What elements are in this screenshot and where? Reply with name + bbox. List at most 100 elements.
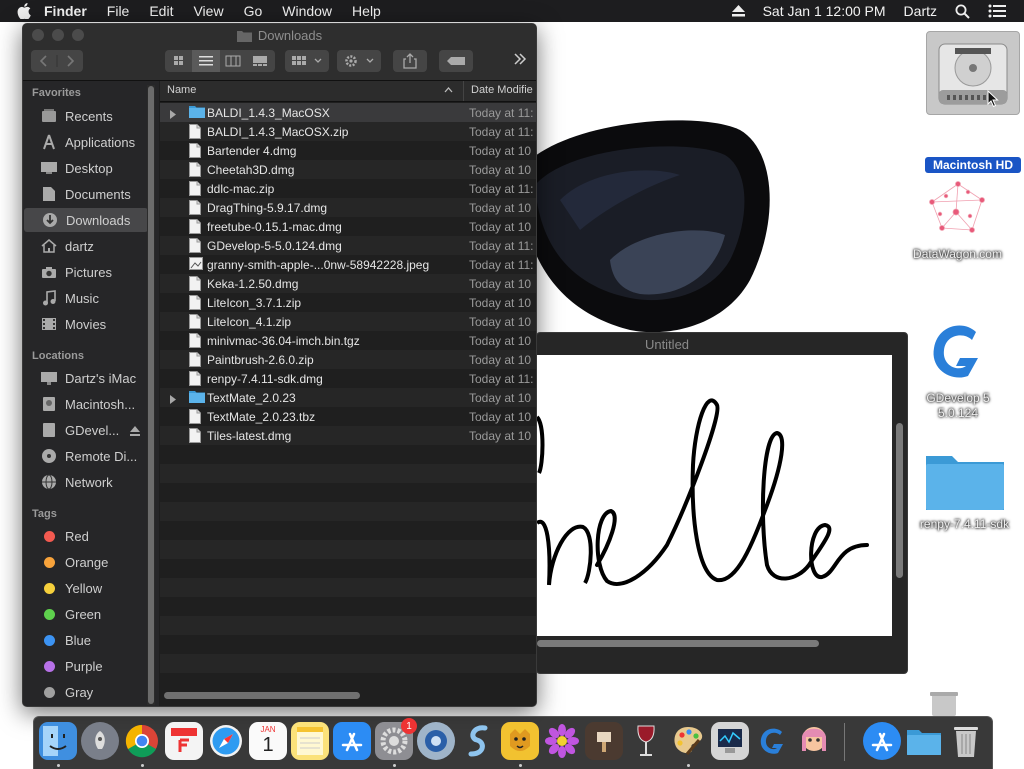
sort-chevron-up-icon[interactable] <box>444 84 453 96</box>
sidebar-item-applications[interactable]: Applications <box>23 130 147 154</box>
handwritten-drawing <box>537 398 869 586</box>
sidebar-item-pictures[interactable]: Pictures <box>23 260 147 284</box>
menu-user[interactable]: Dartz <box>904 3 937 19</box>
canvas-horizontal-scrollbar[interactable] <box>537 640 819 647</box>
sidebar-tag-gray[interactable]: Gray <box>23 680 147 704</box>
sidebar-tag-red[interactable]: Red <box>23 524 147 548</box>
sidebar-item-home[interactable]: dartz <box>23 234 147 258</box>
menu-edit[interactable]: Edit <box>149 3 173 19</box>
disclosure-triangle-icon[interactable] <box>169 108 177 122</box>
desktop-icon-macintosh-hd[interactable]: Macintosh HD <box>925 30 1021 173</box>
drawing-canvas[interactable]: hello <box>537 355 892 636</box>
canvas-vertical-scrollbar[interactable] <box>896 423 903 578</box>
dock-launchpad[interactable] <box>81 722 119 760</box>
menu-app-name[interactable]: Finder <box>44 3 87 19</box>
file-row[interactable]: DragThing-5.9.17.dmg Today at 10 <box>160 198 536 217</box>
sidebar-item-macintosh-hd[interactable]: Macintosh... <box>23 392 147 416</box>
sidebar-item-desktop[interactable]: Desktop <box>23 156 147 180</box>
file-date: Today at 10 <box>469 143 532 158</box>
menu-file[interactable]: File <box>107 3 130 19</box>
file-row[interactable]: LiteIcon_4.1.zip Today at 10 <box>160 312 536 331</box>
menu-go[interactable]: Go <box>244 3 263 19</box>
spotlight-search-icon[interactable] <box>955 4 970 19</box>
file-row[interactable]: Keka-1.2.50.dmg Today at 10 <box>160 274 536 293</box>
sidebar-item-gdevelop-volume[interactable]: GDevel... <box>23 418 147 442</box>
desktop-icon-datawagon[interactable]: DataWagon.com <box>905 172 1010 262</box>
column-header-name[interactable]: Name <box>167 84 196 96</box>
action-menu-button[interactable] <box>337 50 381 72</box>
file-row[interactable]: granny-smith-apple-...0nw-58942228.jpeg T… <box>160 255 536 274</box>
dock-alfred[interactable] <box>459 722 497 760</box>
sidebar-tag-orange[interactable]: Orange <box>23 550 147 574</box>
file-row[interactable]: freetube-0.15.1-mac.dmg Today at 10 <box>160 217 536 236</box>
dock-flower[interactable] <box>543 722 581 760</box>
desktop-icon-renpy-folder[interactable]: renpy-7.4.11-sdk <box>905 448 1024 532</box>
sidebar-item-downloads[interactable]: Downloads <box>24 208 148 232</box>
file-row[interactable]: Cheetah3D.dmg Today at 10 <box>160 160 536 179</box>
dock-screensaver[interactable] <box>417 722 455 760</box>
file-row[interactable]: TextMate_2.0.23.tbz Today at 10 <box>160 407 536 426</box>
dock-safari[interactable] <box>207 722 245 760</box>
view-mode-icons <box>174 50 267 72</box>
file-row[interactable]: BALDI_1.4.3_MacOSX.zip Today at 11: <box>160 122 536 141</box>
menu-clock[interactable]: Sat Jan 1 12:00 PM <box>763 3 886 19</box>
sidebar-item-network[interactable]: Network <box>23 470 147 494</box>
apple-menu-icon[interactable] <box>14 3 34 19</box>
dock-activity-monitor[interactable] <box>711 722 749 760</box>
dock-trash[interactable] <box>947 722 985 760</box>
disclosure-triangle-icon[interactable] <box>169 393 177 407</box>
dock-finder[interactable] <box>39 722 77 760</box>
file-row[interactable]: Tiles-latest.dmg Today at 10 <box>160 426 536 445</box>
file-date: Today at 10 <box>469 219 532 234</box>
file-row[interactable]: Paintbrush-2.6.0.zip Today at 10 <box>160 350 536 369</box>
list-horizontal-scrollbar[interactable] <box>164 692 360 699</box>
dock-renpy[interactable] <box>795 722 833 760</box>
sidebar-item-music[interactable]: Music <box>23 286 147 310</box>
file-row[interactable]: LiteIcon_3.7.1.zip Today at 10 <box>160 293 536 312</box>
menu-help[interactable]: Help <box>352 3 381 19</box>
file-row[interactable]: renpy-7.4.11-sdk.dmg Today at 11: <box>160 369 536 388</box>
dock-gdevelop[interactable] <box>753 722 791 760</box>
view-mode-segmented-control[interactable] <box>165 50 275 72</box>
toolbar-overflow-icon[interactable] <box>513 52 527 69</box>
tags-button[interactable] <box>439 50 473 72</box>
dock-app-store[interactable] <box>333 722 371 760</box>
folder-row[interactable]: TextMate_2.0.23 Today at 10 <box>160 388 536 407</box>
sidebar-item-movies[interactable]: Movies <box>23 312 147 336</box>
file-row[interactable]: minivmac-36.04-imch.bin.tgz Today at 10 <box>160 331 536 350</box>
dock-notes[interactable] <box>291 722 329 760</box>
file-row[interactable]: GDevelop-5-5.0.124.dmg Today at 11: <box>160 236 536 255</box>
group-by-button[interactable] <box>285 50 329 72</box>
sidebar-item-remote-disc[interactable]: Remote Di... <box>23 444 147 468</box>
sidebar-scrollbar[interactable] <box>148 86 154 704</box>
dock-wine[interactable] <box>627 722 665 760</box>
desktop-icon-gdevelop[interactable]: GDevelop 5 5.0.124 <box>910 318 1006 421</box>
eject-icon[interactable] <box>731 5 745 17</box>
back-forward-buttons[interactable] <box>31 50 83 72</box>
sidebar-tag-purple[interactable]: Purple <box>23 654 147 678</box>
dock-cheetah3d[interactable] <box>501 722 539 760</box>
dock-fantastical[interactable] <box>165 722 203 760</box>
share-button[interactable] <box>393 50 427 72</box>
eject-icon[interactable] <box>130 424 140 439</box>
sidebar-item-recents[interactable]: Recents <box>23 104 147 128</box>
folder-row[interactable]: BALDI_1.4.3_MacOSX Today at 11: <box>160 103 536 122</box>
sidebar-tag-green[interactable]: Green <box>23 602 147 626</box>
dock-calendar[interactable]: JAN 1 <box>249 722 287 760</box>
menu-view[interactable]: View <box>193 3 223 19</box>
dock-app-store-folder[interactable] <box>863 722 901 760</box>
menu-window[interactable]: Window <box>282 3 332 19</box>
dock-system-preferences[interactable]: 1 <box>375 718 417 760</box>
sidebar-item-documents[interactable]: Documents <box>23 182 147 206</box>
sidebar-tag-blue[interactable]: Blue <box>23 628 147 652</box>
file-row[interactable]: ddlc-mac.zip Today at 11: <box>160 179 536 198</box>
column-header-date[interactable]: Date Modifie <box>471 84 533 96</box>
file-row[interactable]: Bartender 4.dmg Today at 10 <box>160 141 536 160</box>
sidebar-item-imac[interactable]: Dartz's iMac <box>23 366 147 390</box>
dock-chrome[interactable] <box>123 722 161 760</box>
dock-downloads-folder[interactable] <box>905 722 943 760</box>
sidebar-tag-yellow[interactable]: Yellow <box>23 576 147 600</box>
dock-keynote[interactable] <box>585 722 623 760</box>
notification-center-icon[interactable] <box>988 4 1006 18</box>
dock-paintbrush[interactable] <box>669 722 707 760</box>
